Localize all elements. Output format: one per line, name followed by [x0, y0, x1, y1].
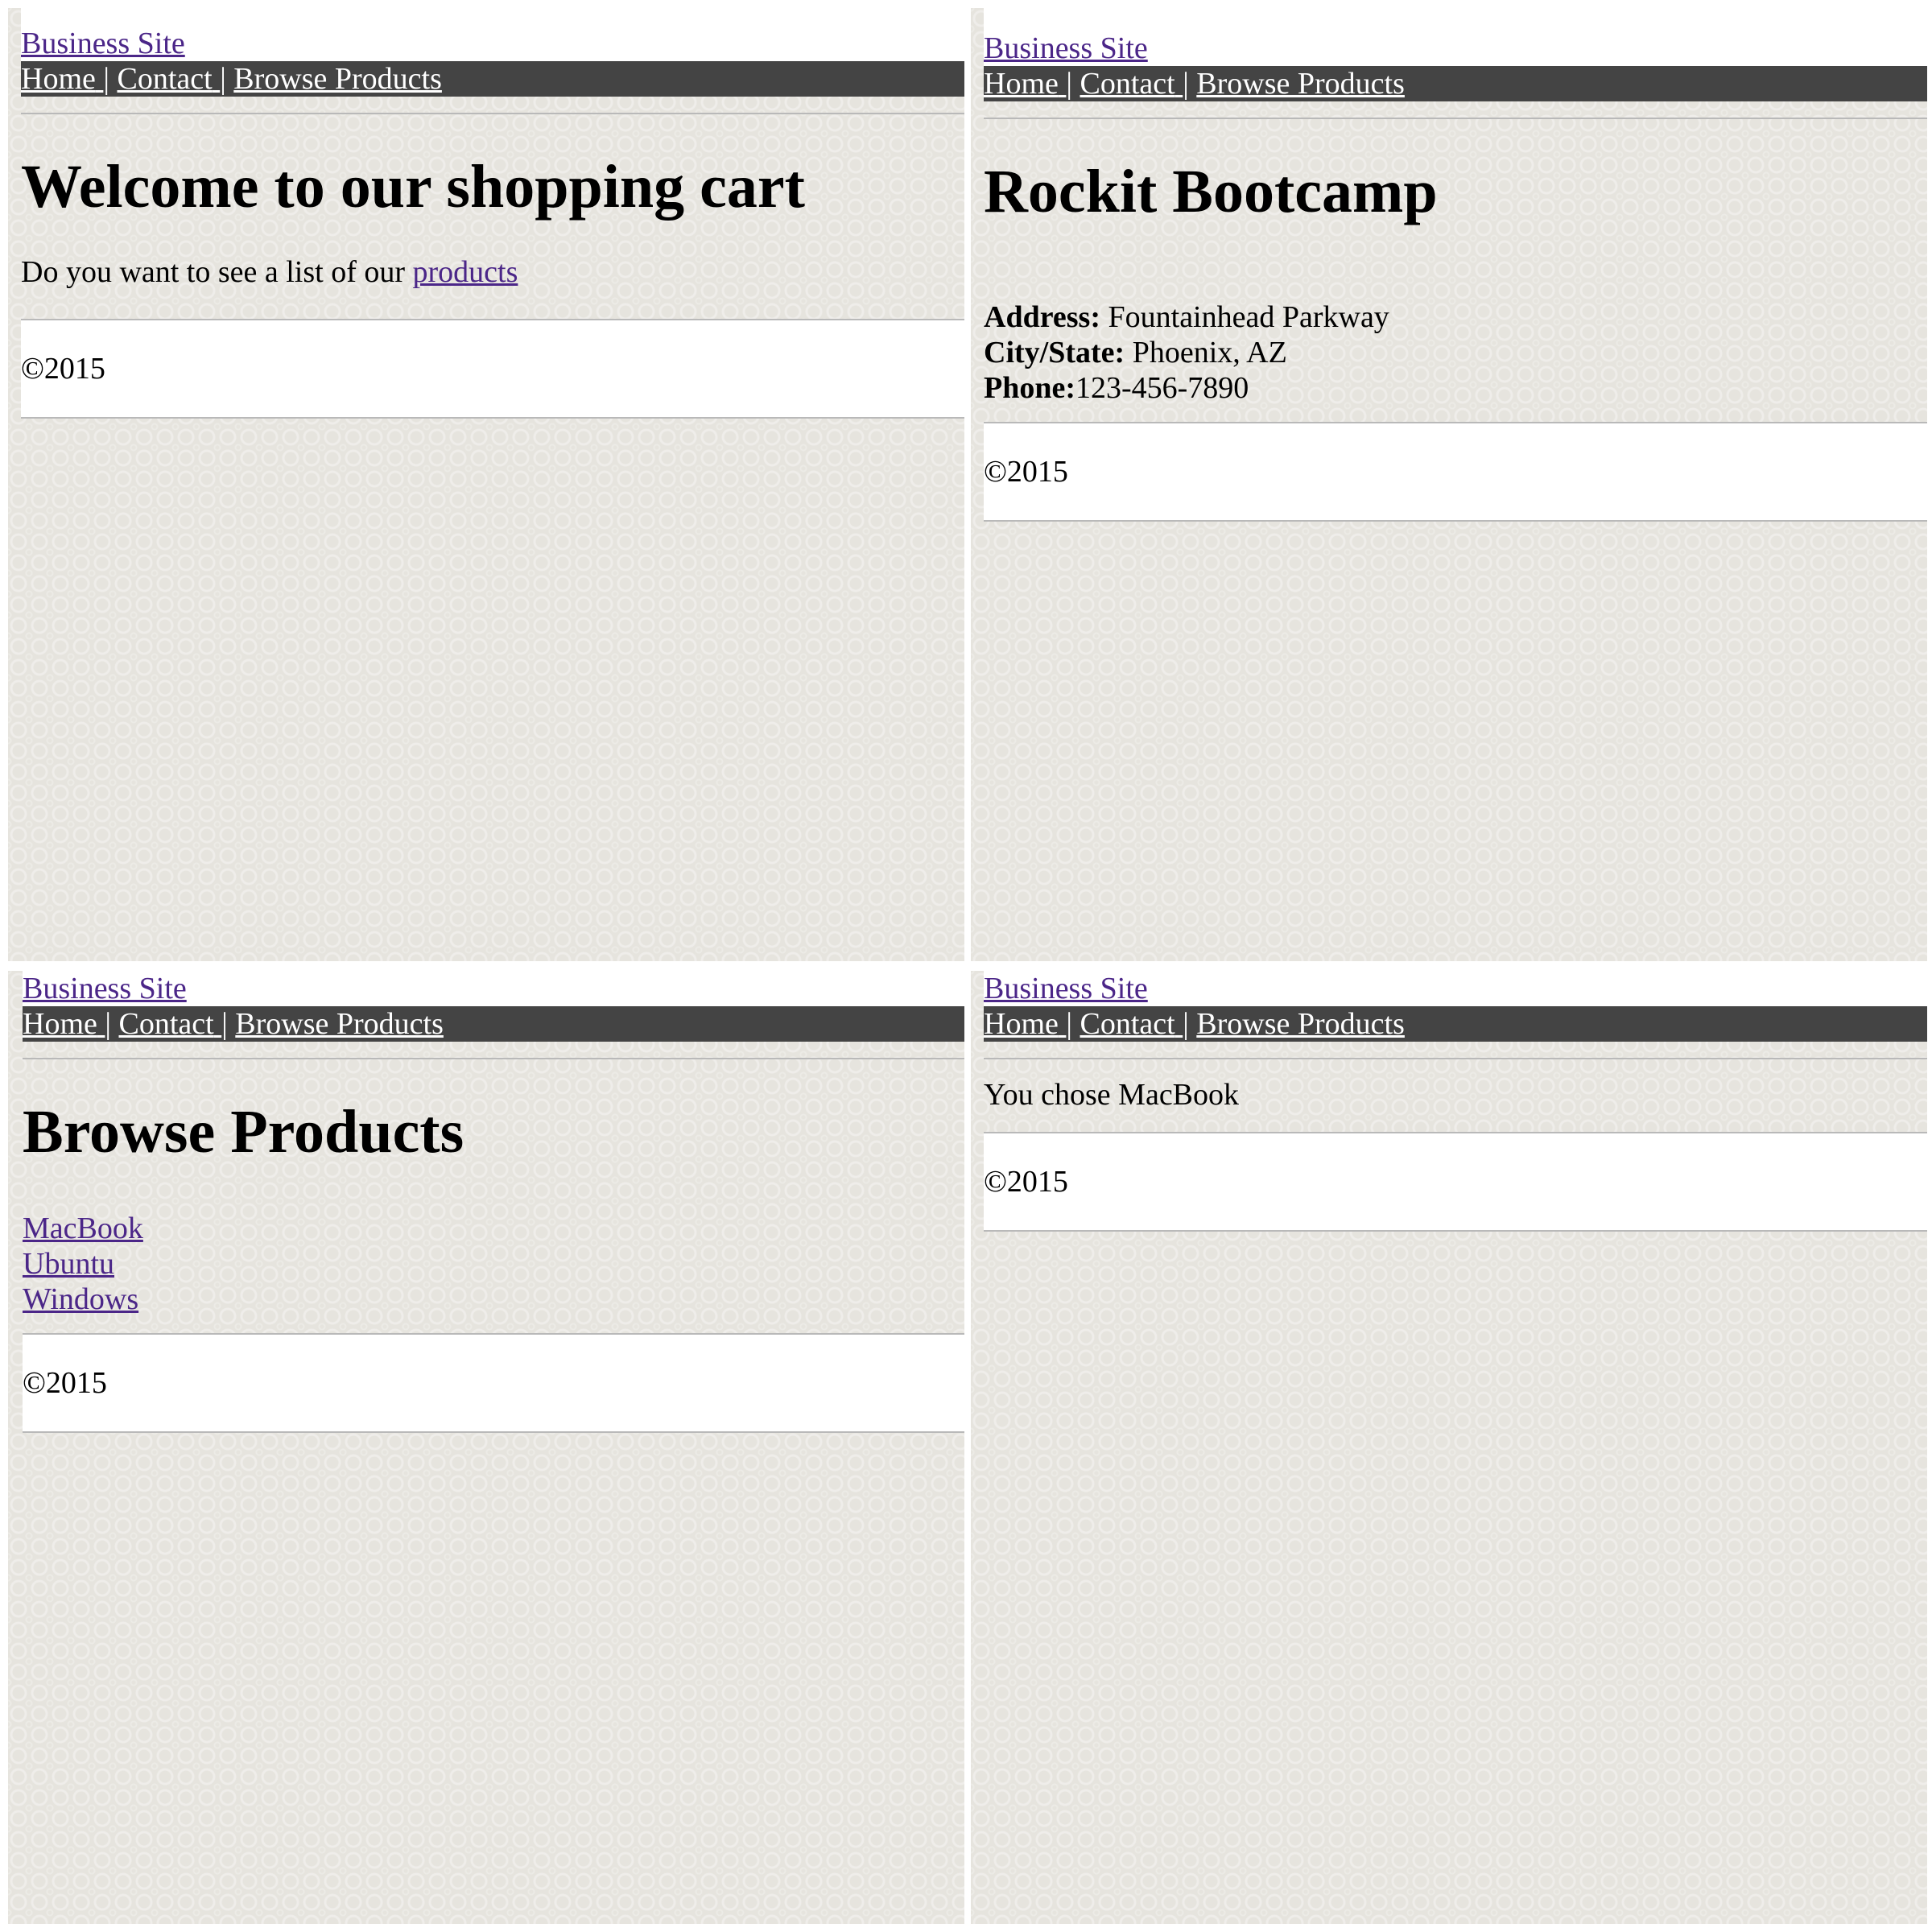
copyright-text: ©2015: [984, 1165, 1068, 1199]
nav-separator: |: [1183, 67, 1189, 101]
city-state-value: Phoenix, AZ: [1132, 336, 1287, 369]
nav-separator: |: [1066, 67, 1072, 101]
page-footer: ©2015: [21, 320, 964, 419]
site-header: Business Site Home | Contact | Browse Pr…: [984, 8, 1927, 101]
site-name-link[interactable]: Business Site: [984, 31, 1148, 66]
nav-contact-label: Contact: [118, 1007, 214, 1041]
nav-browse-link[interactable]: Browse Products: [1196, 67, 1405, 101]
intro-paragraph: Do you want to see a list of our product…: [21, 254, 964, 290]
nav-browse-link[interactable]: Browse Products: [233, 62, 442, 96]
header-divider: [984, 118, 1927, 119]
contact-page-panel: Business Site Home | Contact | Browse Pr…: [971, 8, 1927, 961]
header-divider: [23, 1058, 964, 1059]
screenshot-collage: Business Site Home | Contact | Browse Pr…: [0, 0, 1932, 1932]
product-link-ubuntu[interactable]: Ubuntu: [23, 1246, 114, 1282]
site-name-link[interactable]: Business Site: [23, 971, 964, 1006]
nav-contact-link[interactable]: Contact |: [1080, 1007, 1188, 1041]
page-title: Welcome to our shopping cart: [21, 153, 805, 221]
nav-home-label: Home: [23, 1007, 97, 1041]
products-link[interactable]: products: [413, 255, 518, 289]
product-list: MacBook Ubuntu Windows: [23, 1211, 964, 1317]
intro-text: Do you want to see a list of our: [21, 255, 406, 289]
nav-bar: Home | Contact | Browse Products: [984, 66, 1927, 101]
nav-home-link[interactable]: Home |: [984, 1007, 1072, 1041]
nav-bar: Home | Contact | Browse Products: [984, 1006, 1927, 1042]
page-footer: ©2015: [23, 1335, 964, 1433]
phone-value: 123-456-7890: [1075, 371, 1249, 405]
nav-contact-label: Contact: [1080, 67, 1175, 101]
home-page-panel: Business Site Home | Contact | Browse Pr…: [8, 8, 964, 961]
nav-home-link[interactable]: Home |: [23, 1007, 111, 1041]
header-divider: [984, 1058, 1927, 1059]
city-state-label: City/State:: [984, 336, 1125, 369]
site-header: Business Site Home | Contact | Browse Pr…: [23, 971, 964, 1042]
nav-home-label: Home: [984, 67, 1059, 101]
copyright-text: ©2015: [21, 352, 105, 386]
nav-home-label: Home: [984, 1007, 1059, 1041]
nav-separator: |: [1183, 1007, 1189, 1041]
choice-page: Business Site Home | Contact | Browse Pr…: [984, 971, 1927, 1232]
nav-contact-link[interactable]: Contact |: [118, 1007, 227, 1041]
nav-home-link[interactable]: Home |: [984, 67, 1072, 101]
nav-bar: Home | Contact | Browse Products: [23, 1006, 964, 1042]
site-header: Business Site Home | Contact | Browse Pr…: [21, 8, 964, 97]
browse-page: Business Site Home | Contact | Browse Pr…: [23, 971, 964, 1433]
nav-contact-link[interactable]: Contact |: [117, 62, 225, 96]
nav-home-link[interactable]: Home |: [21, 62, 109, 96]
site-name-link[interactable]: Business Site: [984, 971, 1927, 1006]
page-footer: ©2015: [984, 423, 1927, 522]
contact-page: Business Site Home | Contact | Browse Pr…: [984, 8, 1927, 522]
nav-bar: Home | Contact | Browse Products: [21, 61, 964, 97]
nav-separator: |: [1066, 1007, 1072, 1041]
browse-page-panel: Business Site Home | Contact | Browse Pr…: [8, 971, 964, 1924]
page-title: Browse Products: [23, 1098, 464, 1166]
contact-details: Address: Fountainhead Parkway City/State…: [984, 299, 1927, 406]
nav-separator: |: [103, 62, 109, 96]
site-name-link[interactable]: Business Site: [21, 26, 185, 61]
page-footer: ©2015: [984, 1133, 1927, 1232]
nav-browse-link[interactable]: Browse Products: [1196, 1007, 1405, 1041]
address-line: Address: Fountainhead Parkway: [984, 299, 1927, 335]
product-link-macbook[interactable]: MacBook: [23, 1211, 143, 1246]
nav-separator: |: [221, 1007, 228, 1041]
nav-home-label: Home: [21, 62, 96, 96]
address-value: Fountainhead Parkway: [1108, 300, 1389, 334]
nav-contact-link[interactable]: Contact |: [1080, 67, 1188, 101]
nav-browse-link[interactable]: Browse Products: [235, 1007, 444, 1041]
nav-separator: |: [220, 62, 226, 96]
product-link-windows[interactable]: Windows: [23, 1282, 138, 1317]
nav-separator: |: [105, 1007, 111, 1041]
choice-message: You chose MacBook: [984, 1078, 1240, 1112]
phone-label: Phone:: [984, 371, 1075, 405]
nav-contact-label: Contact: [117, 62, 213, 96]
nav-contact-label: Contact: [1080, 1007, 1175, 1041]
header-divider: [21, 113, 964, 114]
copyright-text: ©2015: [984, 455, 1068, 489]
page-title: Rockit Bootcamp: [984, 158, 1438, 225]
copyright-text: ©2015: [23, 1366, 107, 1400]
address-label: Address:: [984, 300, 1100, 334]
choice-page-panel: Business Site Home | Contact | Browse Pr…: [971, 971, 1927, 1924]
phone-line: Phone:123-456-7890: [984, 370, 1927, 406]
city-state-line: City/State: Phoenix, AZ: [984, 335, 1927, 370]
site-header: Business Site Home | Contact | Browse Pr…: [984, 971, 1927, 1042]
home-page: Business Site Home | Contact | Browse Pr…: [21, 8, 964, 419]
